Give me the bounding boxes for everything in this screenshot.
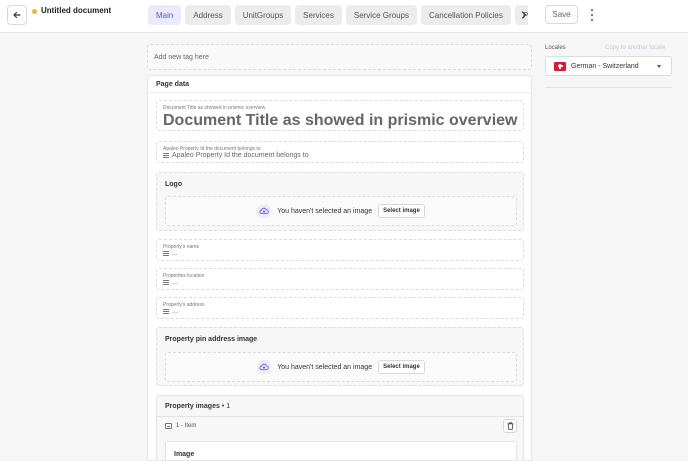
tabs-scroll-right-button[interactable] [519,9,529,21]
empty-image-text: You haven't selected an image [277,363,373,371]
property-id-field[interactable]: Apaleo Property Id the document belongs … [156,141,524,163]
save-button[interactable]: Save [545,5,578,24]
pin-image-drop-zone[interactable]: You haven't selected an image Select ima… [165,352,517,382]
selected-locale: German - Switzerland [571,62,639,70]
text-lines-icon [163,251,169,256]
property-name-field[interactable]: Property's name ... [156,239,524,261]
tab-address[interactable]: Address [185,5,231,25]
item-icon [165,423,172,429]
properties-location-field[interactable]: Properties location ... [156,268,524,290]
page-data-card: Page data Document Title as showed in pr… [147,75,532,461]
field-placeholder: ... [172,250,178,257]
arrow-left-icon [13,11,21,19]
select-image-button[interactable]: Select image [378,360,425,374]
more-options-icon[interactable] [587,8,597,22]
field-placeholder-row: ... [163,250,178,257]
field-placeholder: ... [172,279,178,286]
field-placeholder-row: ... [163,279,178,286]
pin-image-block: Property pin address image You haven't s… [156,327,524,386]
chevron-right-icon [521,11,527,19]
tab-services[interactable]: Services [295,5,342,25]
locales-label: Locales [545,45,566,51]
logo-drop-zone[interactable]: You haven't selected an image Select ima… [165,196,517,226]
image-sub-block: Image [165,441,517,460]
cloud-upload-icon [257,360,272,374]
text-lines-icon [163,280,169,285]
text-lines-icon [163,309,169,314]
group-item-header[interactable]: 1 - Item [165,423,196,429]
block-title: Logo [165,181,183,188]
swiss-flag-icon [554,61,566,71]
back-button[interactable] [7,5,27,25]
status-dot [32,9,37,14]
group-header: Property images • 1 [165,403,230,410]
divider [545,87,672,88]
field-placeholder-row: Apaleo Property Id the document belongs … [163,152,309,159]
cloud-upload-icon [257,204,272,218]
tab-unitgroups[interactable]: UnitGroups [234,5,292,25]
tag-input[interactable]: Add new tag here [147,44,532,70]
divider [148,92,531,93]
block-title: Property pin address image [165,336,258,343]
item-label: 1 - Item [176,423,197,429]
tab-service-groups[interactable]: Service Groups [345,5,417,25]
tab-bar: Main Address UnitGroups Services Service… [148,5,528,25]
property-images-group: Property images • 1 1 - Item Image [156,395,524,460]
document-title: Untitled document [41,6,112,15]
field-placeholder: Apaleo Property Id the document belongs … [172,152,309,159]
document-title-field[interactable]: Document Title as showed in prismic over… [156,100,524,131]
tab-main[interactable]: Main [148,5,182,25]
text-lines-icon [163,153,169,158]
empty-image-text: You haven't selected an image [277,207,373,215]
logo-block: Logo You haven't selected an image Selec… [156,172,524,231]
top-bar: Untitled document Main Address UnitGroup… [0,0,688,33]
card-title: Page data [156,81,190,88]
delete-item-button[interactable] [503,419,517,433]
property-address-field[interactable]: Property's address ... [156,297,524,319]
tab-cancellation-policies[interactable]: Cancellation Policies [421,5,511,25]
field-label: Document Title as showed in prismic over… [163,105,266,111]
divider [157,416,523,417]
group-count: 1 [226,403,231,410]
select-image-button[interactable]: Select image [378,204,425,218]
field-value: Document Title as showed in prismic over… [163,112,518,129]
group-title: Property images [165,403,220,410]
caret-down-icon [657,65,661,68]
copy-locale-link[interactable]: Copy to another locale [605,45,665,51]
field-placeholder: ... [172,308,178,315]
field-placeholder-row: ... [163,308,178,315]
trash-icon [507,422,513,430]
sub-block-title: Image [174,451,195,458]
locale-select[interactable]: German - Switzerland [545,56,672,76]
